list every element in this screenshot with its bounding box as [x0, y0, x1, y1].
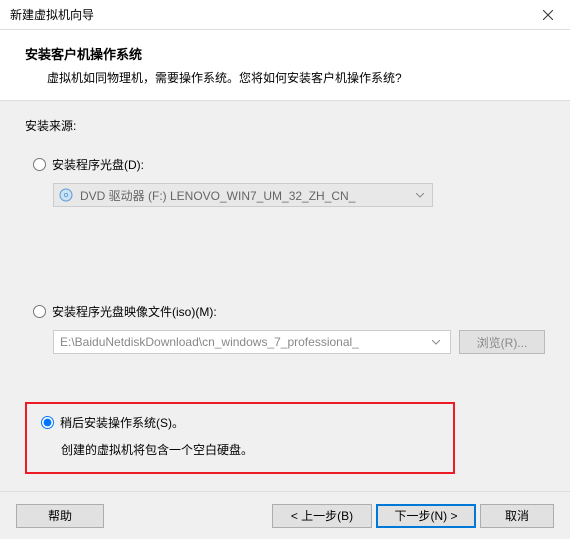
- source-label: 安装来源:: [25, 117, 545, 134]
- iso-path-dropdown[interactable]: E:\BaiduNetdiskDownload\cn_windows_7_pro…: [53, 330, 451, 354]
- close-button[interactable]: [525, 0, 570, 30]
- wizard-body: 安装来源: 安装程序光盘(D): DVD 驱动器 (F:) LENOVO_WIN…: [0, 101, 570, 539]
- back-button[interactable]: < 上一步(B): [272, 504, 372, 528]
- radio-iso-label: 安装程序光盘映像文件(iso)(M):: [52, 303, 217, 320]
- wizard-footer: 帮助 < 上一步(B) 下一步(N) > 取消: [0, 491, 570, 539]
- radio-iso[interactable]: [33, 305, 46, 318]
- radio-later-label: 稍后安装操作系统(S)。: [60, 414, 184, 431]
- browse-button[interactable]: 浏览(R)...: [459, 330, 545, 354]
- radio-disc[interactable]: [33, 158, 46, 171]
- disc-dropdown[interactable]: DVD 驱动器 (F:) LENOVO_WIN7_UM_32_ZH_CN_: [53, 183, 433, 207]
- chevron-down-icon: [428, 340, 444, 345]
- window-title: 新建虚拟机向导: [10, 6, 94, 23]
- close-icon: [543, 10, 553, 20]
- option-iso: 安装程序光盘映像文件(iso)(M): E:\BaiduNetdiskDownl…: [25, 303, 545, 354]
- wizard-header: 安装客户机操作系统 虚拟机如同物理机，需要操作系统。您将如何安装客户机操作系统?: [0, 30, 570, 101]
- header-title: 安装客户机操作系统: [25, 44, 545, 63]
- option-later-highlight: 稍后安装操作系统(S)。 创建的虚拟机将包含一个空白硬盘。: [25, 402, 455, 474]
- header-desc: 虚拟机如同物理机，需要操作系统。您将如何安装客户机操作系统?: [47, 69, 545, 86]
- iso-path-text: E:\BaiduNetdiskDownload\cn_windows_7_pro…: [60, 335, 428, 349]
- chevron-down-icon: [412, 193, 428, 198]
- disc-icon: [58, 187, 74, 203]
- radio-disc-label: 安装程序光盘(D):: [52, 156, 144, 173]
- option-disc: 安装程序光盘(D): DVD 驱动器 (F:) LENOVO_WIN7_UM_3…: [25, 156, 545, 207]
- disc-dropdown-text: DVD 驱动器 (F:) LENOVO_WIN7_UM_32_ZH_CN_: [80, 187, 412, 204]
- radio-disc-row[interactable]: 安装程序光盘(D):: [33, 156, 545, 173]
- next-button[interactable]: 下一步(N) >: [376, 504, 476, 528]
- titlebar: 新建虚拟机向导: [0, 0, 570, 30]
- radio-later-row[interactable]: 稍后安装操作系统(S)。: [41, 414, 439, 431]
- radio-iso-row[interactable]: 安装程序光盘映像文件(iso)(M):: [33, 303, 545, 320]
- later-desc: 创建的虚拟机将包含一个空白硬盘。: [61, 441, 439, 458]
- radio-later[interactable]: [41, 416, 54, 429]
- help-button[interactable]: 帮助: [16, 504, 104, 528]
- cancel-button[interactable]: 取消: [480, 504, 554, 528]
